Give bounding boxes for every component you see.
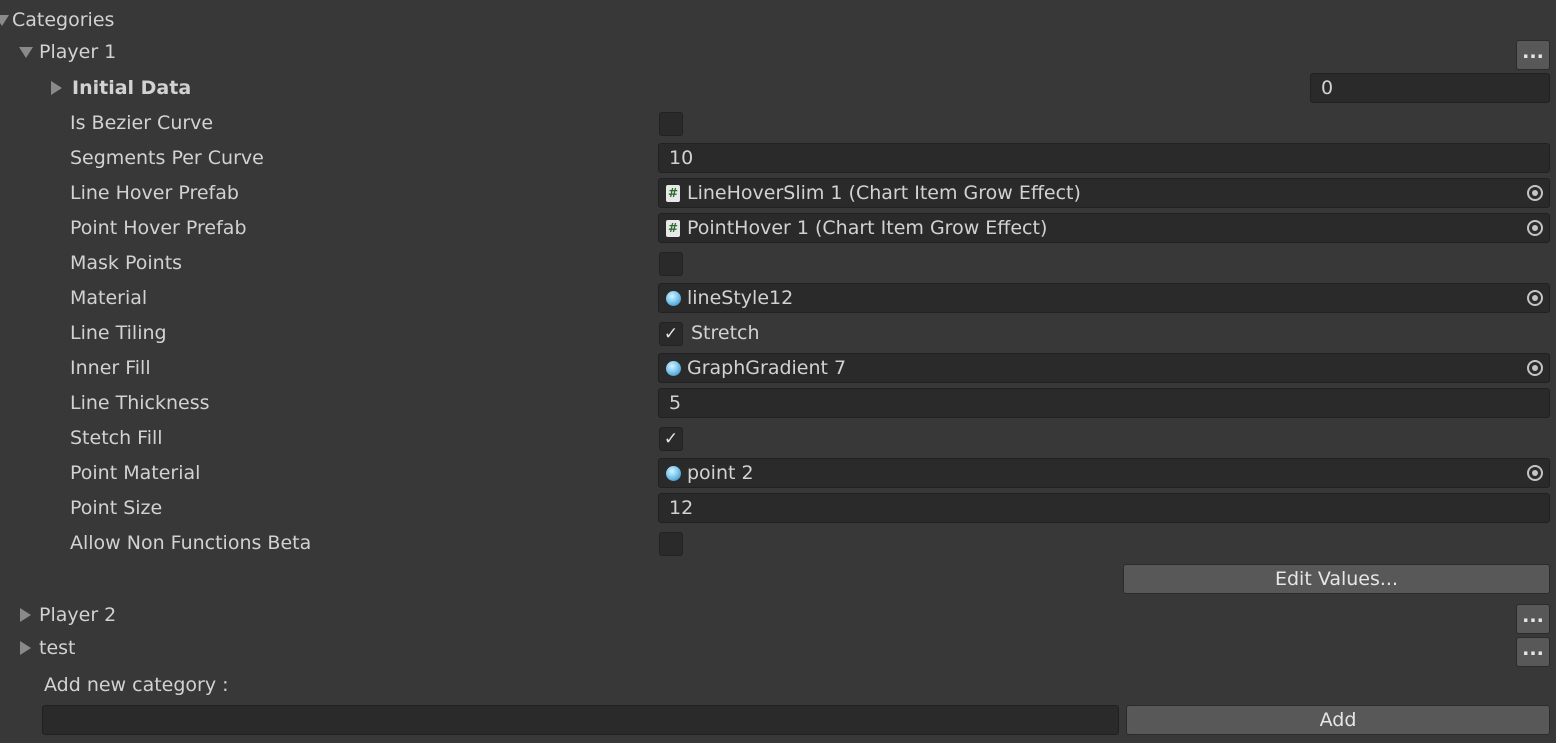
initial-data-size-input[interactable]: 0 (1310, 73, 1550, 103)
is-bezier-curve-label: Is Bezier Curve (70, 112, 214, 134)
point-hover-prefab-field[interactable]: # PointHover 1 (Chart Item Grow Effect) (658, 213, 1550, 243)
point-material-value: point 2 (687, 462, 754, 484)
point-material-field[interactable]: point 2 (658, 458, 1550, 488)
material-value: lineStyle12 (687, 287, 794, 309)
material-icon (666, 291, 681, 306)
is-bezier-curve-checkbox[interactable] (659, 112, 683, 136)
inner-fill-value: GraphGradient 7 (687, 357, 847, 379)
new-category-input[interactable] (42, 705, 1119, 735)
initial-data-foldout-arrow-icon[interactable] (51, 81, 62, 95)
line-tiling-checkbox[interactable]: ✓ (659, 322, 683, 346)
object-picker-icon[interactable] (1527, 290, 1543, 306)
material-label: Material (70, 287, 148, 309)
object-picker-icon[interactable] (1527, 360, 1543, 376)
player2-foldout-arrow-icon[interactable] (20, 608, 31, 622)
object-picker-icon[interactable] (1527, 185, 1543, 201)
segments-per-curve-label: Segments Per Curve (70, 147, 264, 169)
stetch-fill-label: Stetch Fill (70, 427, 163, 449)
allow-non-functions-beta-checkbox[interactable] (659, 532, 683, 556)
segments-per-curve-input[interactable]: 10 (658, 143, 1550, 173)
edit-values-button[interactable]: Edit Values... (1123, 564, 1550, 594)
player2-more-button[interactable]: ... (1516, 604, 1550, 634)
line-tiling-label: Line Tiling (70, 322, 167, 344)
point-size-input[interactable]: 12 (658, 493, 1550, 523)
line-tiling-value: Stretch (691, 322, 760, 344)
stetch-fill-checkbox[interactable]: ✓ (659, 427, 683, 451)
inner-fill-field[interactable]: GraphGradient 7 (658, 353, 1550, 383)
object-picker-icon[interactable] (1527, 465, 1543, 481)
point-hover-prefab-label: Point Hover Prefab (70, 217, 247, 239)
add-new-category-label: Add new category : (44, 674, 229, 696)
inner-fill-label: Inner Fill (70, 357, 151, 379)
point-hover-prefab-value: PointHover 1 (Chart Item Grow Effect) (687, 217, 1048, 239)
player2-label[interactable]: Player 2 (39, 602, 116, 628)
point-material-label: Point Material (70, 462, 201, 484)
line-hover-prefab-label: Line Hover Prefab (70, 182, 239, 204)
line-hover-prefab-field[interactable]: # LineHoverSlim 1 (Chart Item Grow Effec… (658, 178, 1550, 208)
add-category-button[interactable]: Add (1126, 705, 1550, 735)
mask-points-label: Mask Points (70, 252, 183, 274)
line-hover-prefab-value: LineHoverSlim 1 (Chart Item Grow Effect) (687, 182, 1081, 204)
test-label[interactable]: test (39, 635, 76, 661)
script-icon: # (666, 185, 680, 202)
test-more-button[interactable]: ... (1516, 637, 1550, 667)
allow-non-functions-beta-label: Allow Non Functions Beta (70, 532, 312, 554)
line-thickness-label: Line Thickness (70, 392, 210, 414)
player1-label[interactable]: Player 1 (39, 39, 116, 65)
material-field[interactable]: lineStyle12 (658, 283, 1550, 313)
material-icon (666, 361, 681, 376)
point-size-label: Point Size (70, 497, 163, 519)
line-thickness-input[interactable]: 5 (658, 388, 1550, 418)
material-icon (666, 466, 681, 481)
initial-data-label[interactable]: Initial Data (72, 75, 191, 101)
categories-title: Categories (12, 9, 115, 31)
test-foldout-arrow-icon[interactable] (20, 641, 31, 655)
categories-foldout-arrow-icon[interactable] (0, 15, 9, 26)
player1-foldout-arrow-icon[interactable] (19, 47, 33, 58)
object-picker-icon[interactable] (1527, 220, 1543, 236)
script-icon: # (666, 220, 680, 237)
mask-points-checkbox[interactable] (659, 252, 683, 276)
player1-more-button[interactable]: ... (1516, 40, 1550, 70)
